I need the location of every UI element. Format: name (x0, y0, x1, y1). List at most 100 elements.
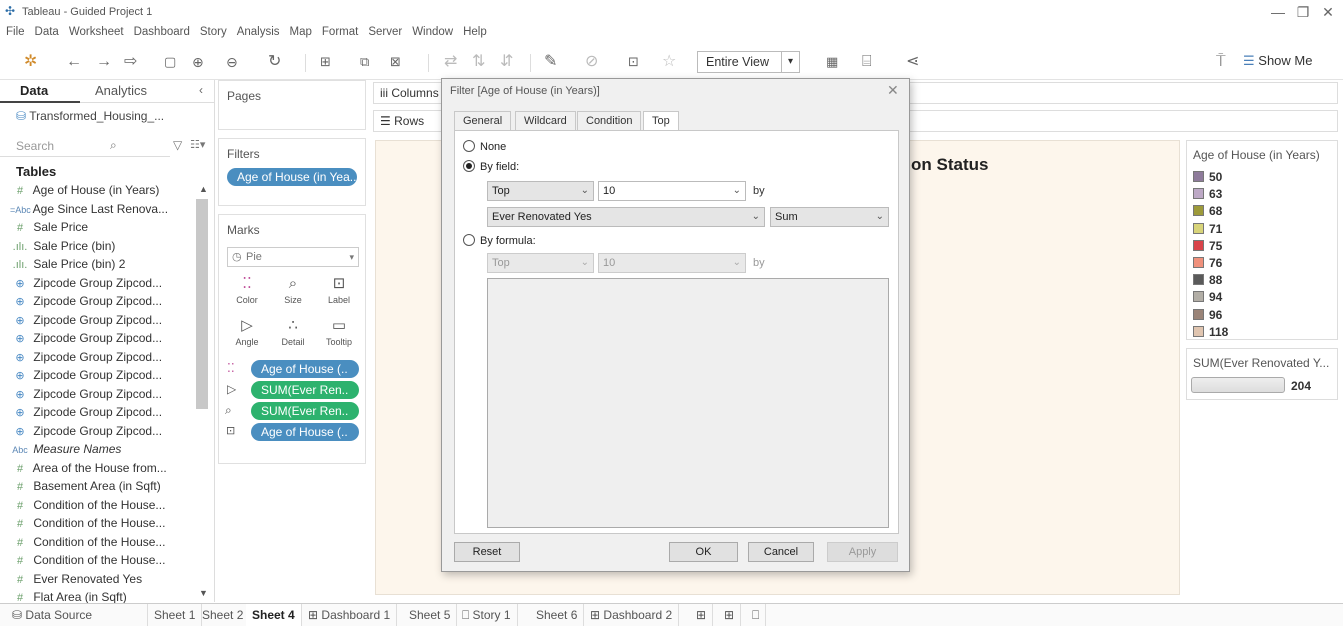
pages-card[interactable]: Pages (218, 80, 366, 130)
tab-top[interactable]: Top (643, 111, 679, 132)
scroll-up-icon[interactable]: ▲ (199, 184, 208, 194)
menu-format[interactable]: Format (322, 24, 358, 38)
scroll-down-icon[interactable]: ▼ (199, 588, 208, 598)
search-input[interactable]: Search ⌕ (0, 135, 170, 157)
datasource-item[interactable]: ⛁ Transformed_Housing_... (16, 109, 164, 123)
field-item[interactable]: # Age of House (in Years) (10, 183, 200, 201)
field-item[interactable]: ⊕ Zipcode Group Zipcod... (10, 313, 200, 331)
tooltip-button[interactable]: ▭ Tooltip (319, 315, 359, 355)
radio-none[interactable]: None (463, 139, 506, 155)
tab-general[interactable]: General (454, 111, 512, 131)
legend-item[interactable]: 68 (1193, 204, 1222, 221)
fit-dropdown[interactable]: Entire View ▾ (697, 51, 800, 73)
field-item[interactable]: ⊕ Zipcode Group Zipcod... (10, 368, 200, 386)
formula-top-select[interactable]: Top ⌄ (487, 253, 594, 273)
tableau-home-icon[interactable]: ✲ (24, 52, 37, 72)
presentation-mode-icon[interactable]: ⍑ (1216, 52, 1226, 72)
new-worksheet-tab-icon[interactable]: ⊞ (690, 604, 714, 626)
swap-icon[interactable]: ⇄ (444, 52, 457, 72)
legend-item[interactable]: 63 (1193, 187, 1222, 204)
aggregation-select[interactable]: Sum ⌄ (770, 207, 889, 227)
tab-sheet-4[interactable]: Sheet 4 (246, 604, 302, 626)
menu-data[interactable]: Data (35, 24, 59, 38)
tab-data[interactable]: Data (20, 83, 48, 98)
top-bottom-select[interactable]: Top ⌄ (487, 181, 594, 201)
undo-icon[interactable]: ← (66, 52, 82, 72)
field-item[interactable]: Abc Measure Names (10, 442, 200, 460)
size-legend[interactable]: SUM(Ever Renovated Y... 204 (1186, 348, 1338, 400)
label-button[interactable]: ⊡ Label (319, 273, 359, 313)
highlight-icon[interactable]: ✎ (544, 52, 557, 72)
color-button[interactable]: ⁚⁚ Color (227, 273, 267, 313)
share-icon[interactable]: ⋖ (906, 52, 919, 72)
mark-pill-label[interactable]: Age of House (.. (251, 423, 359, 441)
tab-analytics[interactable]: Analytics (95, 83, 147, 98)
size-button[interactable]: ⌕ Size (273, 273, 313, 313)
restore-icon[interactable]: ❐ (1293, 4, 1313, 21)
field-item[interactable]: # Basement Area (in Sqft) (10, 479, 200, 497)
tab-wildcard[interactable]: Wildcard (515, 111, 576, 131)
reset-button[interactable]: Reset (454, 542, 520, 562)
legend-item[interactable]: 96 (1193, 308, 1222, 325)
field-item[interactable]: ⊕ Zipcode Group Zipcod... (10, 294, 200, 312)
menu-server[interactable]: Server (368, 24, 402, 38)
ok-button[interactable]: OK (669, 542, 738, 562)
menu-analysis[interactable]: Analysis (237, 24, 280, 38)
presentation-icon[interactable]: ⌸ (862, 52, 872, 72)
minimize-icon[interactable]: — (1268, 4, 1288, 20)
field-item[interactable]: ⊕ Zipcode Group Zipcod... (10, 331, 200, 349)
formula-count-input[interactable]: 10 ⌄ (598, 253, 746, 273)
show-me-button[interactable]: ☰ Show Me (1243, 53, 1312, 69)
menu-file[interactable]: File (6, 24, 25, 38)
sort-desc-icon[interactable]: ⇵ (500, 52, 513, 72)
tab-data-source[interactable]: ⛁ Data Source (0, 604, 148, 626)
field-item[interactable]: # Ever Renovated Yes (10, 572, 200, 590)
mark-pill-color[interactable]: Age of House (.. (251, 360, 359, 378)
menu-story[interactable]: Story (200, 24, 227, 38)
close-window-icon[interactable]: ✕ (1318, 4, 1338, 21)
new-dashboard-tab-icon[interactable]: ⊞ (718, 604, 742, 626)
fix-axes-icon[interactable]: ☆ (662, 52, 676, 72)
menu-map[interactable]: Map (290, 24, 312, 38)
replay-icon[interactable]: ⇨ (124, 52, 137, 72)
mark-pill-angle[interactable]: SUM(Ever Ren.. (251, 381, 359, 399)
field-item[interactable]: ⊕ Zipcode Group Zipcod... (10, 350, 200, 368)
field-item[interactable]: ⊕ Zipcode Group Zipcod... (10, 276, 200, 294)
legend-item[interactable]: 50 (1193, 170, 1222, 187)
menu-help[interactable]: Help (463, 24, 487, 38)
tab-sheet-6[interactable]: Sheet 6 (530, 604, 585, 626)
cards-icon[interactable]: ▦ (826, 52, 838, 72)
group-icon[interactable]: ⊘ (585, 52, 598, 72)
field-item[interactable]: # Condition of the House... (10, 498, 200, 516)
field-item[interactable]: ⊕ Zipcode Group Zipcod... (10, 424, 200, 442)
show-labels-icon[interactable]: ⊡ (628, 52, 639, 72)
tab-sheet-2[interactable]: Sheet 2 (196, 604, 251, 626)
radio-by-formula[interactable]: By formula: (463, 233, 536, 249)
menu-worksheet[interactable]: Worksheet (69, 24, 124, 38)
pause-updates-icon[interactable]: ⊖ (226, 52, 238, 72)
cancel-button[interactable]: Cancel (748, 542, 814, 562)
dialog-close-icon[interactable]: ✕ (887, 82, 899, 99)
field-item[interactable]: # Condition of the House... (10, 516, 200, 534)
field-item[interactable]: .ılı. Sale Price (bin) (10, 239, 200, 257)
menu-dashboard[interactable]: Dashboard (134, 24, 190, 38)
filter-fields-icon[interactable]: ▽ (173, 138, 182, 152)
tab-dashboard-1[interactable]: ⊞ Dashboard 1 (302, 604, 398, 626)
filter-pill[interactable]: Age of House (in Yea.. (227, 168, 357, 186)
tab-sheet-5[interactable]: Sheet 5 (403, 604, 458, 626)
legend-item[interactable]: 118 (1193, 325, 1228, 342)
field-item[interactable]: # Condition of the House... (10, 553, 200, 571)
field-item[interactable]: ⊕ Zipcode Group Zipcod... (10, 405, 200, 423)
apply-button[interactable]: Apply (827, 542, 898, 562)
count-input[interactable]: 10 ⌄ (598, 181, 746, 201)
color-legend[interactable]: Age of House (in Years) 50 63 68 71 75 76 88 94… (1186, 140, 1338, 340)
legend-item[interactable]: 76 (1193, 256, 1222, 273)
legend-item[interactable]: 88 (1193, 273, 1222, 290)
mark-pill-size[interactable]: SUM(Ever Ren.. (251, 402, 359, 420)
menu-window[interactable]: Window (412, 24, 453, 38)
new-story-tab-icon[interactable]: ⎕ (746, 604, 767, 626)
detail-button[interactable]: ∴ Detail (273, 315, 313, 355)
view-options-icon[interactable]: ☷▾ (190, 138, 205, 151)
tab-dashboard-2[interactable]: ⊞ Dashboard 2 (584, 604, 680, 626)
legend-item[interactable]: 94 (1193, 290, 1222, 307)
